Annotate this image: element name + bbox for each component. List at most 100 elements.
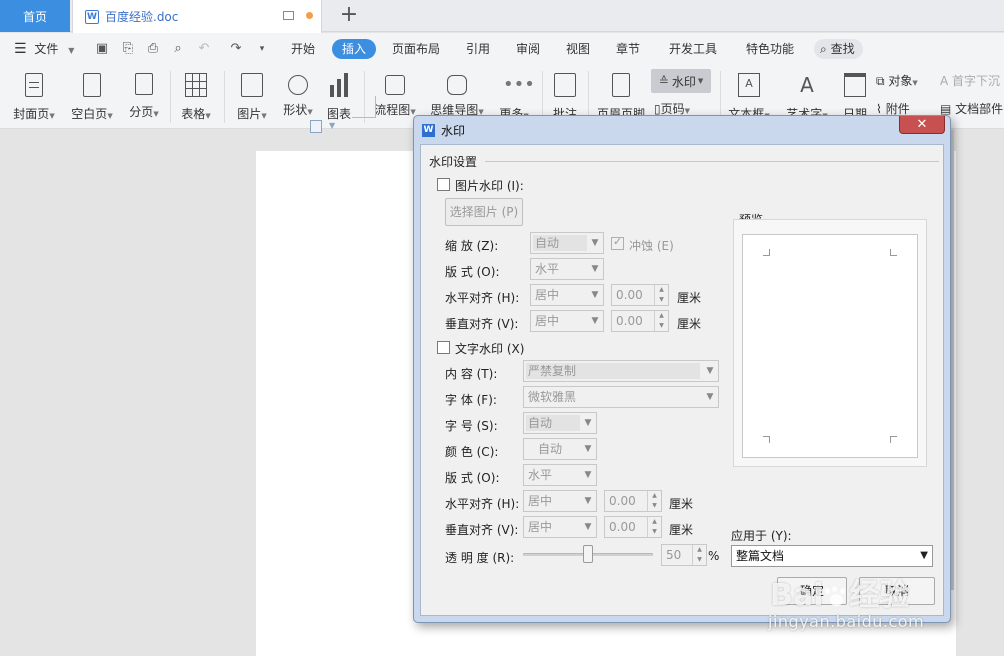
font-label: 字 体 (F): <box>445 393 497 407</box>
save-icon[interactable]: ▣ <box>94 41 110 57</box>
transparency-input[interactable]: 50 ▲ ▼ <box>661 544 707 566</box>
paragraph-layout-icon[interactable] <box>310 120 322 133</box>
tab-bar: 首页 W 百度经验.doc + <box>0 0 1004 33</box>
spin-arrows-icon[interactable]: ▲ ▼ <box>647 517 661 537</box>
text-layout-select[interactable]: 水平 ▼ <box>523 464 597 486</box>
font-size-label: 字 号 (S): <box>445 419 498 433</box>
unit-label: 厘米 <box>677 291 702 305</box>
preview-panel <box>733 219 927 467</box>
menu-developer[interactable]: 开发工具 <box>669 33 717 65</box>
text-watermark-checkbox[interactable] <box>437 341 450 354</box>
spin-arrows-icon[interactable]: ▲ ▼ <box>654 285 668 305</box>
menu-file[interactable]: ☰ 文件 ▼ <box>14 33 74 65</box>
menu-home[interactable]: 开始 <box>291 33 315 65</box>
ribbon-separator <box>170 71 171 123</box>
washout-checkbox[interactable] <box>611 235 624 250</box>
print-preview-icon[interactable]: ⌕ <box>170 41 186 57</box>
object-button[interactable]: ⧉ 对象▼ <box>876 71 918 91</box>
tab-document[interactable]: W 百度经验.doc <box>72 0 322 33</box>
menu-view[interactable]: 视图 <box>566 33 590 65</box>
text-halign-offset[interactable]: 0.00 ▲ ▼ <box>604 490 662 512</box>
picture-watermark-checkbox[interactable] <box>437 178 450 191</box>
close-button[interactable]: ✕ <box>899 116 945 134</box>
quick-access-more-icon[interactable]: ▾ <box>254 41 270 57</box>
text-valign-select[interactable]: 居中 ▼ <box>523 516 597 538</box>
search-button[interactable]: ⌕ 查找 <box>814 39 863 59</box>
transparency-label: 透 明 度 (R): <box>445 551 515 565</box>
preview-corner-mark <box>890 249 897 256</box>
page-break-button[interactable]: 分页▼ <box>124 69 164 128</box>
cover-page-button[interactable]: 封面页▼ <box>8 69 60 128</box>
unsaved-dot-icon <box>306 12 313 19</box>
object-icon: ⧉ <box>876 74 885 88</box>
font-size-select[interactable]: 自动 ▼ <box>523 412 597 434</box>
blank-page-icon <box>83 73 101 97</box>
unit-label: 厘米 <box>677 317 702 331</box>
mindmap-icon <box>447 75 467 95</box>
menu-bar: ☰ 文件 ▼ ▣ ⎘ ⎙ ⌕ ↶ ↷ ▾ 开始 插入 页面布局 引用 审阅 视图… <box>0 33 1004 65</box>
undo-icon[interactable]: ↶ <box>196 41 212 57</box>
tab-home[interactable]: 首页 <box>0 0 70 32</box>
baidu-url-text: jingyan.baidu.com <box>768 612 925 631</box>
choose-picture-button[interactable]: 选择图片 (P) <box>445 198 523 226</box>
table-icon <box>185 73 207 97</box>
apply-to-select[interactable]: 整篇文档 ▼ <box>731 545 933 567</box>
new-tab-button[interactable]: + <box>337 3 361 29</box>
text-halign-label: 水平对齐 (H): <box>445 497 520 511</box>
redo-icon[interactable]: ↷ <box>228 41 244 57</box>
chevron-down-icon: ▼ <box>584 470 592 480</box>
menu-insert[interactable]: 插入 <box>332 39 377 59</box>
drop-cap-icon: A <box>940 74 949 88</box>
spin-arrows-icon[interactable]: ▲ ▼ <box>692 545 706 565</box>
content-select[interactable]: 严禁复制 ▼ <box>523 360 719 382</box>
cover-page-icon <box>25 73 43 97</box>
text-halign-select[interactable]: 居中 ▼ <box>523 490 597 512</box>
menu-special[interactable]: 特色功能 <box>746 33 794 65</box>
blank-page-button[interactable]: 空白页▼ <box>66 69 118 128</box>
menu-chapter[interactable]: 章节 <box>616 33 640 65</box>
monitor-icon[interactable] <box>283 11 294 20</box>
chevron-down-icon: ▼ <box>706 392 714 402</box>
font-select[interactable]: 微软雅黑 ▼ <box>523 386 719 408</box>
picture-valign-offset[interactable]: 0.00 ▲ ▼ <box>611 310 669 332</box>
picture-layout-select[interactable]: 水平 ▼ <box>530 258 604 280</box>
chevron-down-icon: ▼ <box>584 444 592 454</box>
chart-button[interactable]: 图表 <box>322 69 356 128</box>
unit-label: 厘米 <box>669 523 694 537</box>
chevron-down-icon: ▼ <box>584 418 592 428</box>
picture-halign-select[interactable]: 居中 ▼ <box>530 284 604 306</box>
comment-icon <box>554 73 576 97</box>
scale-select[interactable]: 自动 ▼ <box>530 232 604 254</box>
watermark-button[interactable]: ≙ 水印 ▼ <box>651 69 711 93</box>
text-valign-offset[interactable]: 0.00 ▲ ▼ <box>604 516 662 538</box>
chevron-down-icon: ▼ <box>584 522 592 532</box>
spin-arrows-icon[interactable]: ▲ ▼ <box>647 491 661 511</box>
wps-writer-icon: W <box>422 123 435 137</box>
table-button[interactable]: 表格▼ <box>176 69 216 128</box>
chevron-down-icon: ▼ <box>68 46 75 55</box>
chart-icon <box>328 73 350 97</box>
wordart-icon: A <box>800 73 814 97</box>
calendar-icon <box>844 73 866 97</box>
color-select[interactable]: 自动 ▼ <box>523 438 597 460</box>
transparency-slider-thumb[interactable] <box>583 545 593 563</box>
menu-page-layout[interactable]: 页面布局 <box>392 33 440 65</box>
unit-label: 厘米 <box>669 497 694 511</box>
format-painter-icon[interactable]: ⎘ <box>120 41 136 57</box>
picture-halign-offset[interactable]: 0.00 ▲ ▼ <box>611 284 669 306</box>
picture-button[interactable]: 图片▼ <box>232 69 272 128</box>
search-icon: ⌕ <box>820 42 827 56</box>
section-heading: 水印设置 <box>429 155 478 169</box>
chevron-down-icon: ▼ <box>920 550 928 561</box>
wps-writer-icon: W <box>85 9 99 24</box>
chevron-down-icon: ▼ <box>329 121 336 130</box>
menu-review[interactable]: 审阅 <box>516 33 540 65</box>
menu-references[interactable]: 引用 <box>466 33 490 65</box>
drop-cap-button[interactable]: A 首字下沉 <box>940 71 1000 91</box>
dialog-titlebar[interactable]: W 水印 <box>422 120 465 140</box>
print-icon[interactable]: ⎙ <box>145 41 161 57</box>
spin-arrows-icon[interactable]: ▲ ▼ <box>654 311 668 331</box>
page-number-icon: ▯ <box>654 102 661 116</box>
picture-valign-select[interactable]: 居中 ▼ <box>530 310 604 332</box>
content-label: 内 容 (T): <box>445 367 498 381</box>
